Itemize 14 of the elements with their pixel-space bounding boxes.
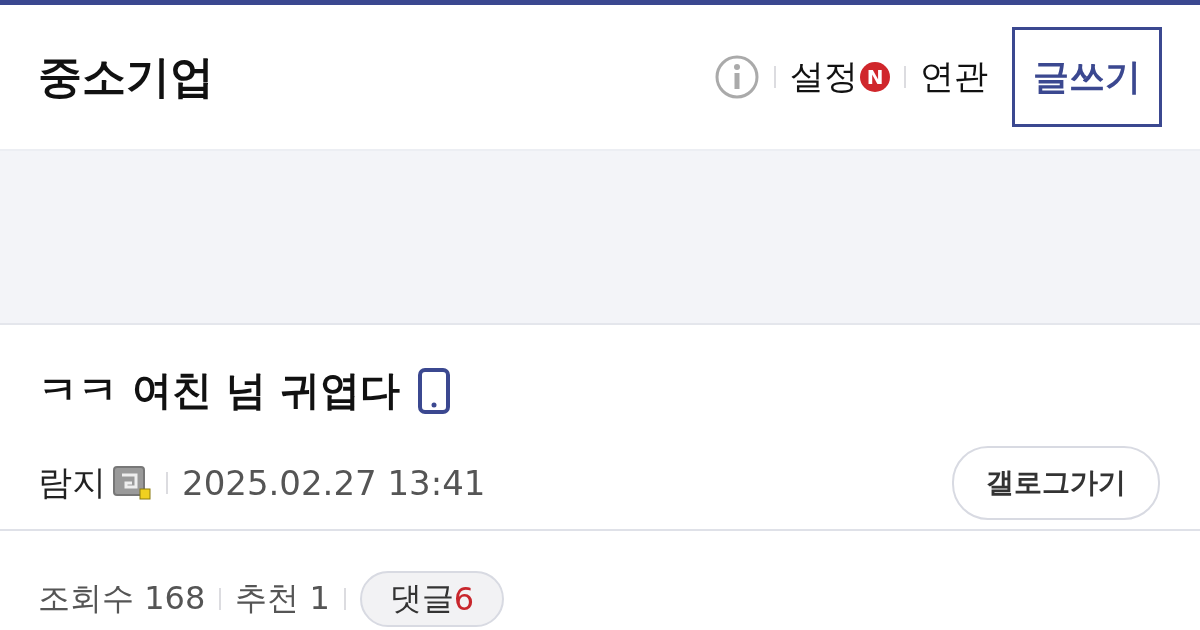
- gallog-icon: [112, 465, 152, 501]
- post-title: ㅋㅋ 여친 넘 귀엽다: [38, 366, 400, 415]
- write-button[interactable]: 글쓰기: [1012, 27, 1162, 127]
- post-date: 2025.02.27 13:41: [182, 463, 486, 503]
- recommend-count: 추천 1: [235, 578, 330, 619]
- header-link[interactable]: 설정: [790, 54, 858, 100]
- author-name[interactable]: 람지: [38, 460, 106, 506]
- view-count: 조회수 168: [38, 578, 206, 619]
- comment-button[interactable]: 댓글6: [359, 571, 505, 627]
- gallery-title: 중소기업: [38, 49, 214, 104]
- info-icon[interactable]: [714, 54, 760, 100]
- gallog-button[interactable]: 갤로그가기: [952, 446, 1160, 520]
- header-link[interactable]: 연관: [920, 54, 988, 100]
- new-badge: N: [860, 62, 890, 92]
